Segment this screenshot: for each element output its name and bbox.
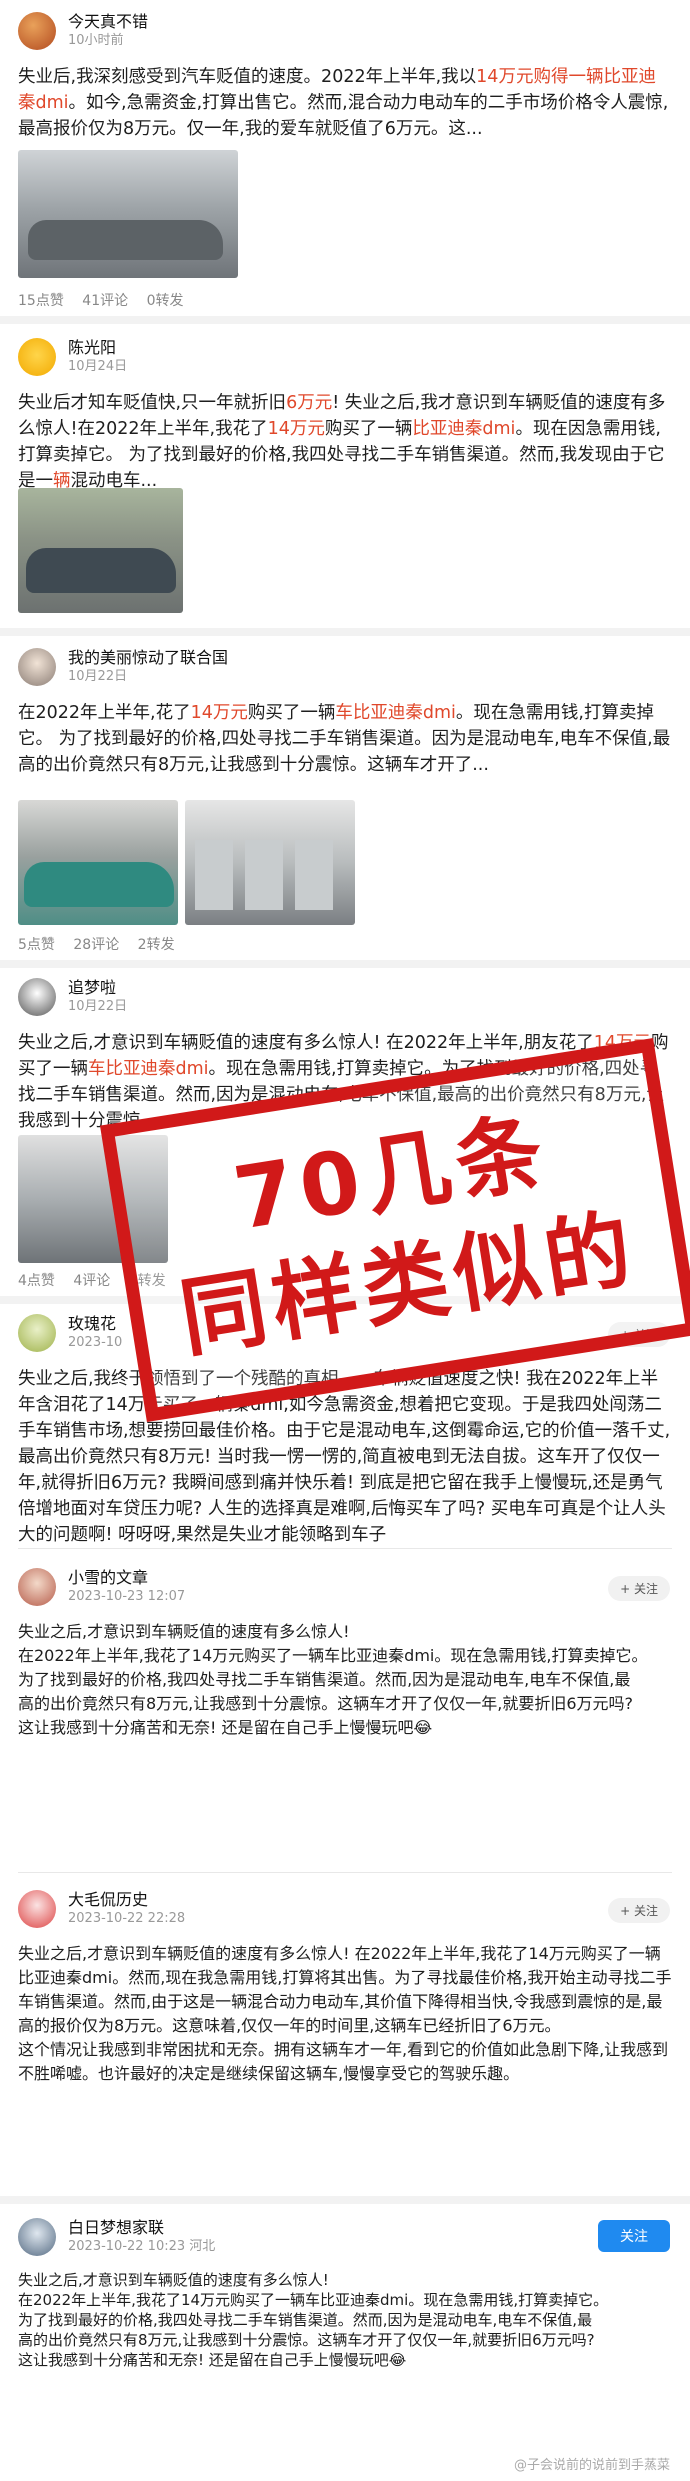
username[interactable]: 今天真不错: [68, 12, 148, 32]
post-header: 白日梦想家联 2023-10-22 10:23 河北: [18, 2206, 672, 2268]
follow-button[interactable]: + 关注: [608, 1898, 670, 1923]
avatar[interactable]: [18, 978, 56, 1016]
post-text[interactable]: 失业之后,才意识到车辆贬值的速度有多么惊人! 在2022年上半年,我花了14万元…: [18, 1942, 672, 2086]
divider: [0, 628, 690, 636]
comment-count[interactable]: 4评论: [73, 1273, 110, 1289]
post-time: 10月24日: [68, 359, 128, 374]
car-photo[interactable]: [18, 150, 238, 278]
divider: [18, 1548, 672, 1549]
post-time: 10小时前: [68, 33, 124, 48]
username[interactable]: 我的美丽惊动了联合国: [68, 648, 228, 668]
watermark: @子会说前的说前到手蒸菜: [513, 2458, 670, 2473]
avatar[interactable]: [18, 1568, 56, 1606]
follow-button[interactable]: 关注: [598, 2220, 670, 2252]
avatar[interactable]: [18, 2218, 56, 2256]
share-count[interactable]: 0转发: [147, 293, 184, 309]
avatar[interactable]: [18, 338, 56, 376]
post-header: 小雪的文章 2023-10-23 12:07: [18, 1556, 672, 1618]
post-text[interactable]: 失业之后,才意识到车辆贬值的速度有多么惊人! 在2022年上半年,我花了14万元…: [18, 2270, 672, 2370]
username[interactable]: 白日梦想家联: [68, 2218, 215, 2238]
car-photo[interactable]: [18, 800, 178, 925]
divider: [0, 2196, 690, 2204]
post-text[interactable]: 失业之后,我终于领悟到了一个残酷的真相——车辆贬值速度之快! 我在2022年上半…: [18, 1366, 672, 1548]
post-time: 2023-10-23 12:07: [68, 1589, 186, 1604]
avatar[interactable]: [18, 648, 56, 686]
follow-button[interactable]: + 关注: [608, 1576, 670, 1601]
comment-count[interactable]: 28评论: [73, 937, 119, 953]
post-text[interactable]: 失业后才知车贬值快,只一年就折旧6万元! 失业之后,我才意识到车辆贬值的速度有多…: [18, 390, 672, 494]
post-text[interactable]: 失业之后,才意识到车辆贬值的速度有多么惊人! 在2022年上半年,我花了14万元…: [18, 1620, 672, 1740]
divider: [0, 316, 690, 324]
post-7: 大毛侃历史 2023-10-22 22:28 失业之后,才意识到车辆贬值的速度有…: [0, 1878, 690, 2094]
avatar[interactable]: [18, 1314, 56, 1352]
like-count[interactable]: 5点赞: [18, 937, 55, 953]
divider: [18, 1872, 672, 1873]
post-time: 2023-10-22 10:23 河北: [68, 2239, 216, 2254]
post-1: 今天真不错 10小时前 失业后,我深刻感受到汽车贬值的速度。2022年上半年,我…: [0, 0, 690, 150]
like-count[interactable]: 15点赞: [18, 293, 64, 309]
username[interactable]: 玫瑰花: [68, 1314, 122, 1334]
post-header: 我的美丽惊动了联合国 10月22日: [18, 636, 672, 698]
post-time: 2023-10: [68, 1335, 123, 1350]
post-time: 2023-10-22 22:28: [68, 1911, 186, 1926]
share-count[interactable]: 2转发: [138, 937, 175, 953]
post-header: 今天真不错 10小时前: [18, 0, 672, 62]
post-stats: 15点赞 41评论 0转发: [18, 288, 672, 314]
avatar[interactable]: [18, 12, 56, 50]
avatar[interactable]: [18, 1890, 56, 1928]
car-photo[interactable]: [18, 488, 183, 613]
username[interactable]: 追梦啦: [68, 978, 127, 998]
post-stats: 5点赞 28评论 2转发: [18, 932, 672, 958]
post-header: 追梦啦 10月22日: [18, 966, 672, 1028]
username[interactable]: 小雪的文章: [68, 1568, 185, 1588]
post-header: 陈光阳 10月24日: [18, 326, 672, 388]
post-8: 白日梦想家联 2023-10-22 10:23 河北 失业之后,才意识到车辆贬值…: [0, 2206, 690, 2378]
post-6: 小雪的文章 2023-10-23 12:07 失业之后,才意识到车辆贬值的速度有…: [0, 1556, 690, 1748]
post-time: 10月22日: [68, 669, 128, 684]
post-3: 我的美丽惊动了联合国 10月22日 在2022年上半年,花了14万元购买了一辆车…: [0, 636, 690, 786]
post-2: 陈光阳 10月24日 失业后才知车贬值快,只一年就折旧6万元! 失业之后,我才意…: [0, 326, 690, 502]
post-header: 大毛侃历史 2023-10-22 22:28: [18, 1878, 672, 1940]
like-count[interactable]: 4点赞: [18, 1273, 55, 1289]
showroom-photo[interactable]: [185, 800, 355, 925]
post-text[interactable]: 在2022年上半年,花了14万元购买了一辆车比亚迪秦dmi。现在急需用钱,打算卖…: [18, 700, 672, 778]
post-time: 10月22日: [68, 999, 128, 1014]
username[interactable]: 大毛侃历史: [68, 1890, 185, 1910]
post-text[interactable]: 失业后,我深刻感受到汽车贬值的速度。2022年上半年,我以14万元购得一辆比亚迪…: [18, 64, 672, 142]
username[interactable]: 陈光阳: [68, 338, 127, 358]
comment-count[interactable]: 41评论: [82, 293, 128, 309]
